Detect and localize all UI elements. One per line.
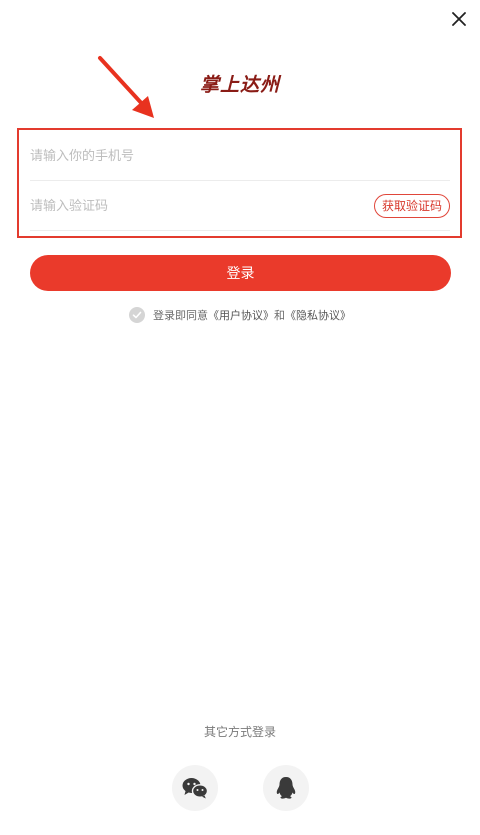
app-logo: 掌上达州 bbox=[199, 74, 280, 96]
agreement-checkbox[interactable] bbox=[129, 307, 145, 323]
check-icon bbox=[132, 311, 142, 319]
wechat-icon bbox=[182, 778, 209, 799]
phone-input[interactable] bbox=[30, 141, 450, 171]
get-code-button[interactable]: 获取验证码 bbox=[373, 194, 450, 218]
close-button[interactable] bbox=[446, 6, 472, 32]
wechat-login-button[interactable] bbox=[172, 765, 218, 811]
qq-login-button[interactable] bbox=[263, 765, 309, 811]
verification-code-input[interactable] bbox=[30, 191, 374, 221]
privacy-agreement-link[interactable]: 《隐私协议》 bbox=[285, 307, 351, 323]
other-login-title: 其它方式登录 bbox=[203, 725, 276, 739]
qq-icon bbox=[276, 777, 296, 799]
code-field: 获取验证码 bbox=[30, 182, 450, 231]
agreement-prefix: 登录即同意 bbox=[153, 309, 208, 322]
login-button[interactable]: 登录 bbox=[30, 255, 451, 291]
user-agreement-link[interactable]: 《用户协议》 bbox=[208, 307, 274, 323]
phone-field bbox=[30, 132, 450, 181]
login-screen: 掌上达州 获取验证码 登录 登录即同意 《用户协议》 和 《隐私协议》 其它方式… bbox=[0, 0, 480, 835]
close-icon bbox=[452, 12, 466, 26]
agreement-row: 登录即同意 《用户协议》 和 《隐私协议》 bbox=[0, 307, 480, 323]
agreement-conjunction: 和 bbox=[274, 309, 285, 322]
